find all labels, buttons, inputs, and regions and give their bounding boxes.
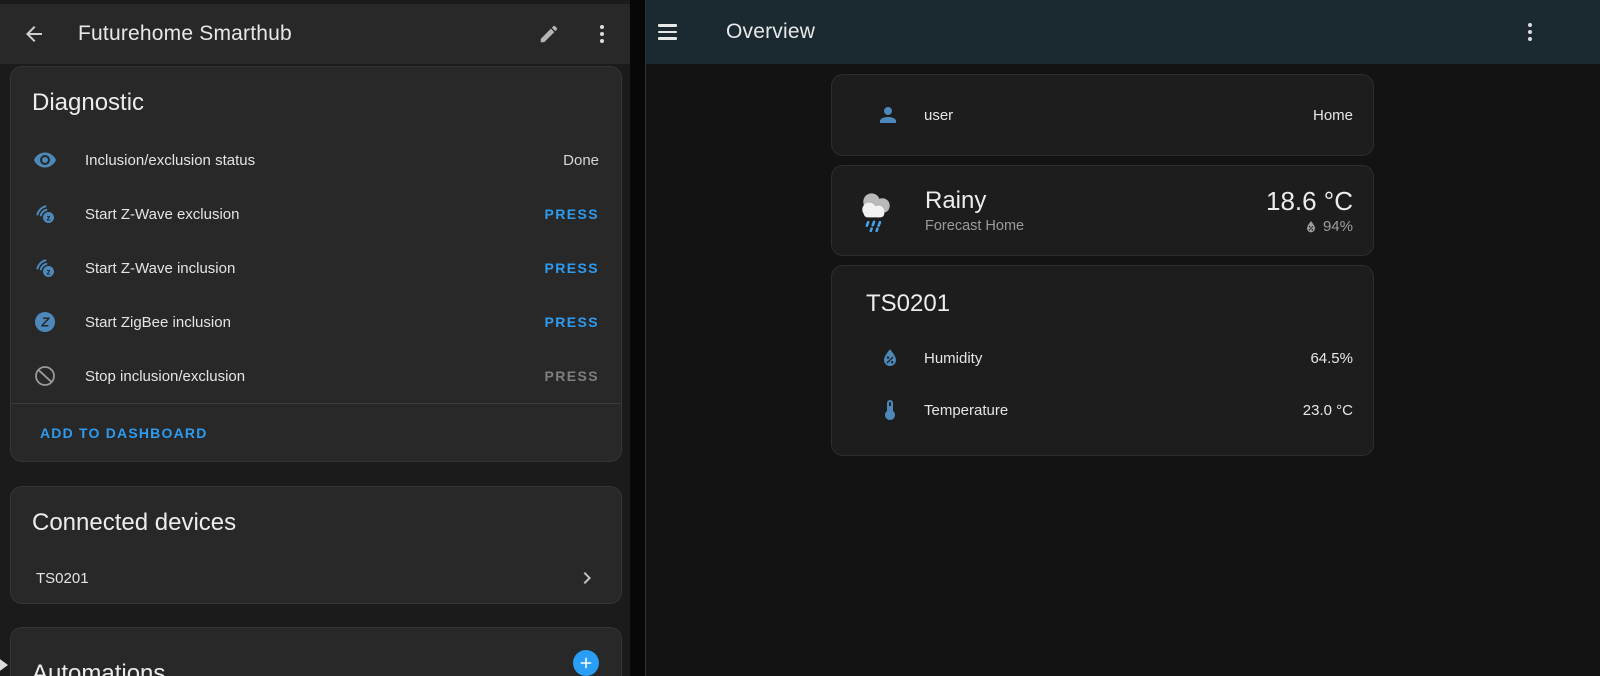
z-wave-icon: z (33, 256, 57, 280)
ts0201-card-title: TS0201 (832, 266, 1373, 332)
press-button[interactable]: PRESS (545, 260, 599, 276)
menu-hamburger-icon[interactable] (658, 20, 682, 44)
plus-icon (577, 654, 595, 672)
svg-text:z: z (47, 267, 51, 276)
user-name: user (924, 107, 953, 124)
add-automation-button[interactable] (573, 650, 599, 676)
diagnostic-card-title: Diagnostic (11, 67, 621, 133)
user-entity-card[interactable]: user Home (831, 74, 1374, 156)
weather-main-block: Rainy Forecast Home (925, 187, 1024, 234)
device-name: TS0201 (36, 570, 89, 587)
device-page-panel: Futurehome Smarthub Diagnostic Inclusion… (0, 0, 630, 676)
weather-readings-block: 18.6 °C 94% (1266, 186, 1353, 235)
device-list-item[interactable]: TS0201 (11, 553, 621, 603)
user-state: Home (1313, 107, 1353, 124)
sensor-value: 64.5% (1310, 350, 1353, 367)
weather-rainy-icon (852, 187, 899, 234)
zwave-exclusion-row[interactable]: z Start Z-Wave exclusion PRESS (11, 187, 621, 241)
humidity-icon (878, 346, 902, 370)
svg-text:z: z (47, 213, 51, 222)
ts0201-card: TS0201 Humidity 64.5% Temperature 23.0 °… (831, 265, 1374, 456)
left-scroll-area: Diagnostic Inclusion/exclusion status Do… (0, 64, 630, 676)
eye-icon (33, 148, 57, 172)
overview-panel: Overview user Home (645, 0, 1600, 676)
cancel-icon (33, 364, 57, 388)
connected-devices-card: Connected devices TS0201 (10, 486, 622, 604)
right-overflow-menu-icon[interactable] (1518, 20, 1542, 44)
sensor-value: 23.0 °C (1303, 402, 1353, 419)
weather-source: Forecast Home (925, 218, 1024, 234)
add-to-dashboard-button[interactable]: ADD TO DASHBOARD (11, 404, 621, 461)
zwave-inclusion-row[interactable]: z Start Z-Wave inclusion PRESS (11, 241, 621, 295)
corner-pointer-artifact (0, 657, 8, 673)
zigbee-inclusion-row[interactable]: Z Start ZigBee inclusion PRESS (11, 295, 621, 349)
stop-inclusion-row[interactable]: Stop inclusion/exclusion PRESS (11, 349, 621, 403)
row-status-value: Done (563, 152, 599, 169)
weather-temperature: 18.6 °C (1266, 186, 1353, 216)
left-app-bar: Futurehome Smarthub (0, 4, 630, 64)
connected-devices-title: Connected devices (11, 487, 621, 553)
dashboard-column: user Home Rainy (831, 64, 1374, 456)
right-app-bar: Overview (646, 0, 1600, 64)
row-label: Stop inclusion/exclusion (85, 368, 245, 385)
left-overflow-menu-icon[interactable] (590, 22, 614, 46)
thermometer-icon (878, 398, 902, 422)
row-label: Start Z-Wave exclusion (85, 206, 240, 223)
press-button-disabled: PRESS (545, 368, 599, 384)
chevron-right-icon (575, 566, 599, 590)
sensor-label: Temperature (924, 402, 1008, 419)
page-title: Futurehome Smarthub (78, 22, 292, 46)
account-icon (876, 103, 900, 127)
temperature-row[interactable]: Temperature 23.0 °C (832, 384, 1373, 436)
automations-card: Automations (10, 627, 622, 676)
row-label: Start Z-Wave inclusion (85, 260, 235, 277)
press-button[interactable]: PRESS (545, 206, 599, 222)
zigbee-icon: Z (33, 310, 57, 334)
weather-condition: Rainy (925, 187, 1024, 215)
diagnostic-card: Diagnostic Inclusion/exclusion status Do… (10, 66, 622, 462)
humidity-small-icon (1303, 219, 1319, 235)
back-button[interactable] (22, 22, 46, 46)
svg-text:Z: Z (40, 315, 50, 330)
automations-title: Automations (11, 628, 621, 676)
z-wave-icon: z (33, 202, 57, 226)
edit-pencil-icon[interactable] (537, 22, 561, 46)
humidity-row[interactable]: Humidity 64.5% (832, 332, 1373, 384)
inclusion-status-row[interactable]: Inclusion/exclusion status Done (11, 133, 621, 187)
press-button[interactable]: PRESS (545, 314, 599, 330)
row-label: Inclusion/exclusion status (85, 152, 255, 169)
sensor-label: Humidity (924, 350, 982, 367)
weather-forecast-card[interactable]: Rainy Forecast Home 18.6 °C 94% (831, 165, 1374, 256)
weather-humidity: 94% (1323, 218, 1353, 235)
row-label: Start ZigBee inclusion (85, 314, 231, 331)
overview-title: Overview (726, 20, 815, 44)
